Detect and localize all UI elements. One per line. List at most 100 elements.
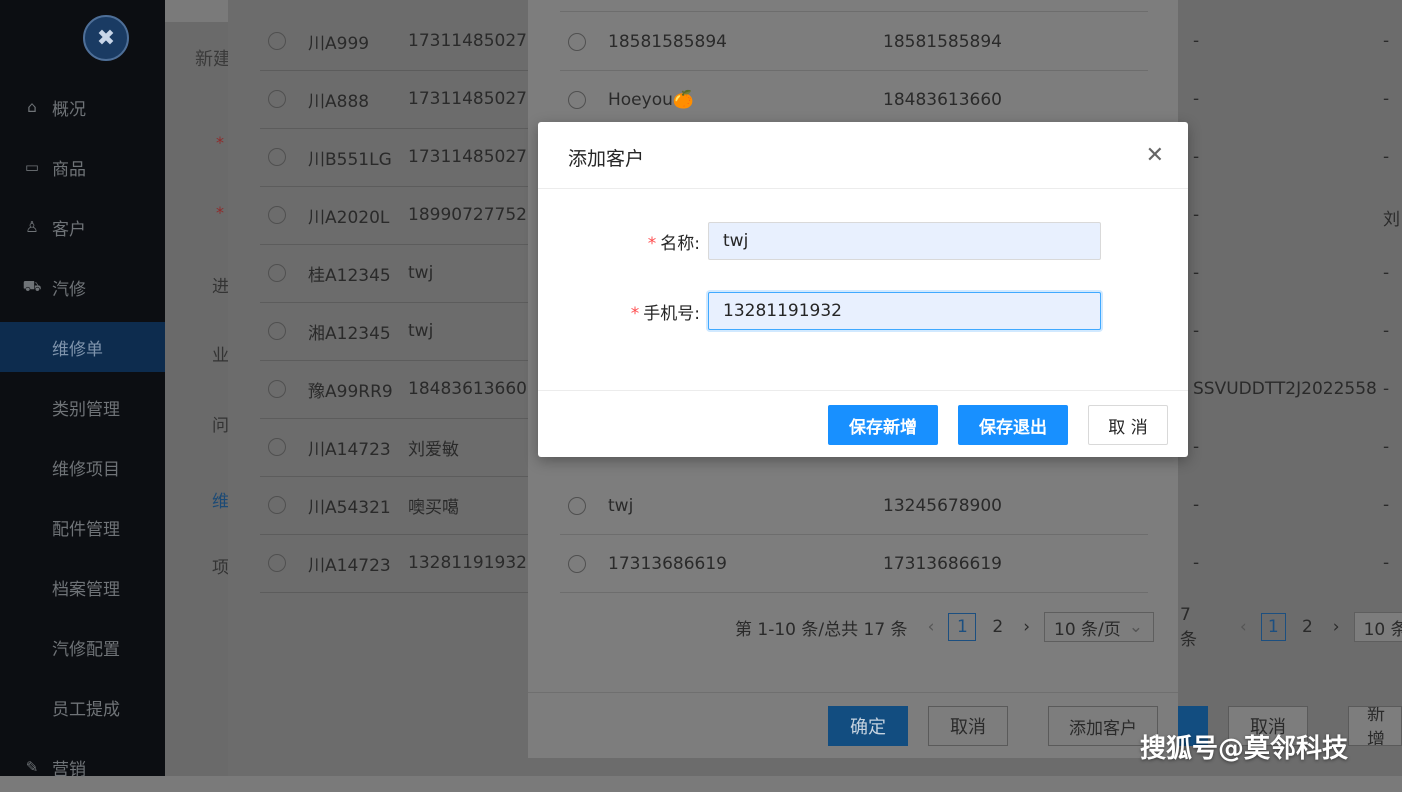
cancel-button[interactable]: 取 消 xyxy=(1088,405,1168,445)
owner-cell: 18483613660 xyxy=(408,379,527,399)
row-radio[interactable] xyxy=(268,496,286,514)
row-radio[interactable] xyxy=(268,32,286,50)
sidebar-item-archives[interactable]: 档案管理 xyxy=(0,562,165,612)
table-row[interactable]: 18581585894 18581585894 xyxy=(560,13,1148,71)
extra-cell: 刘 xyxy=(1383,210,1400,230)
row-radio[interactable] xyxy=(268,380,286,398)
page-size-select[interactable]: 10 条/页 xyxy=(1353,612,1402,642)
phone-form-row: * 手机号: xyxy=(538,291,1188,331)
wrench-icon: ✎ xyxy=(25,758,39,776)
table-row[interactable]: 川A999 17311485027 xyxy=(260,12,530,71)
row-radio[interactable] xyxy=(268,148,286,166)
app-logo: ✖ xyxy=(83,15,129,61)
form-label: 业 xyxy=(212,346,229,366)
table-row[interactable]: 川A14723 刘爱敏 xyxy=(260,418,530,477)
row-radio[interactable] xyxy=(268,438,286,456)
name-input[interactable] xyxy=(708,222,1101,260)
sidebar-item-products[interactable]: ▭ 商品 xyxy=(0,142,165,192)
phone-label: * 手机号: xyxy=(630,303,700,324)
plate-cell: 川A14723 xyxy=(308,439,391,460)
table-row[interactable]: 豫A99RR9 18483613660 xyxy=(260,360,530,419)
extra-cell: - xyxy=(1383,495,1390,515)
modal-footer: 保存新增 保存退出 取 消 xyxy=(538,390,1188,457)
sidebar-item-categories[interactable]: 类别管理 xyxy=(0,382,165,432)
phone-input[interactable] xyxy=(708,292,1101,330)
owner-cell: 噢买噶 xyxy=(408,497,459,518)
customer-pager: 第 1-10 条/总共 17 条 ‹ 1 2 › 10 条/页 ⌄ xyxy=(735,612,1155,642)
table-row[interactable]: 川A54321 噢买噶 xyxy=(260,476,530,535)
prev-page-icon[interactable]: ‹ xyxy=(1240,617,1247,637)
row-radio[interactable] xyxy=(568,496,586,515)
plate-cell: 川A999 xyxy=(308,33,370,54)
table-row[interactable]: 川A14723 13281191932 xyxy=(260,534,530,593)
next-page-icon[interactable]: › xyxy=(1023,617,1030,637)
pager-page[interactable]: 2 xyxy=(1302,617,1313,637)
next-page-icon[interactable]: › xyxy=(1333,617,1340,637)
prev-page-icon[interactable]: ‹ xyxy=(928,617,935,637)
sidebar-item-overview[interactable]: ⌂ 概况 xyxy=(0,82,165,132)
pager-current[interactable]: 1 xyxy=(1260,613,1286,641)
dialog-footer-divider xyxy=(528,692,1178,693)
customer-name-cell: Hoeyou🍊 xyxy=(608,89,695,110)
page-size-select[interactable]: 10 条/页 ⌄ xyxy=(1044,612,1155,642)
sidebar-item-parts[interactable]: 配件管理 xyxy=(0,502,165,552)
vehicle-add-button[interactable]: 新增 xyxy=(1348,706,1402,746)
row-radio[interactable] xyxy=(268,264,286,282)
table-row[interactable]: Hoeyou🍊 18483613660 xyxy=(560,71,1148,129)
extra-cell: - xyxy=(1193,553,1200,573)
wrench-icon: ✖ xyxy=(96,25,116,51)
row-radio[interactable] xyxy=(268,90,286,108)
new-order-title: 新建 xyxy=(195,49,231,70)
row-radio[interactable] xyxy=(268,206,286,224)
sidebar-item-auto-repair[interactable]: ⛟ 汽修 xyxy=(0,262,165,312)
sidebar-item-repair-orders[interactable]: 维修单 xyxy=(0,322,165,372)
customer-phone-cell: 18581585894 xyxy=(883,31,1002,52)
customer-name-cell: 17313686619 xyxy=(608,553,727,574)
plate-cell: 川A54321 xyxy=(308,497,391,518)
row-radio[interactable] xyxy=(268,322,286,340)
row-radio[interactable] xyxy=(568,32,586,51)
customer-cancel-button[interactable]: 取消 xyxy=(928,706,1008,746)
sidebar-item-config[interactable]: 汽修配置 xyxy=(0,622,165,672)
pager-current[interactable]: 1 xyxy=(948,613,977,641)
table-row[interactable]: 桂A12345 twj xyxy=(260,244,530,303)
pager-page[interactable]: 2 xyxy=(992,617,1003,637)
plate-cell: 川B551LG xyxy=(308,149,392,170)
plate-cell: 桂A12345 xyxy=(308,265,391,286)
extra-cell: - xyxy=(1383,379,1390,399)
row-radio[interactable] xyxy=(268,554,286,572)
table-row[interactable]: 17313686619 17313686619 xyxy=(560,535,1148,593)
plate-cell: 川A888 xyxy=(308,91,370,112)
sidebar: ✖ ⌂ 概况 ▭ 商品 ♙ 客户 ⛟ 汽修 维修单 类别管理 维修项目 配件管理… xyxy=(0,0,165,780)
customer-name-cell: 18581585894 xyxy=(608,31,727,52)
extra-cell: - xyxy=(1383,31,1390,51)
name-label: * 名称: xyxy=(647,233,700,254)
sidebar-item-customers[interactable]: ♙ 客户 xyxy=(0,202,165,252)
watermark: 搜狐号@莫邻科技 xyxy=(1140,734,1349,764)
table-row[interactable]: 川A888 17311485027 xyxy=(260,70,530,129)
table-row[interactable]: twj 13245678900 xyxy=(560,477,1148,535)
sidebar-item-repair-items[interactable]: 维修项目 xyxy=(0,442,165,492)
chevron-down-icon: ⌄ xyxy=(1128,617,1144,637)
owner-cell: 18990727752 xyxy=(408,205,527,225)
extra-cell: - xyxy=(1383,553,1390,573)
table-row[interactable]: 湘A12345 twj xyxy=(260,302,530,361)
table-row[interactable]: 川B551LG 17311485027 xyxy=(260,128,530,187)
table-row[interactable]: 川A2020L 18990727752 xyxy=(260,186,530,245)
save-and-new-button[interactable]: 保存新增 xyxy=(828,405,938,445)
row-radio[interactable] xyxy=(568,90,586,109)
row-radio[interactable] xyxy=(568,554,586,573)
extra-cell: - xyxy=(1193,89,1200,109)
sidebar-item-marketing[interactable]: ✎ 营销 xyxy=(0,742,165,792)
close-icon[interactable]: ✕ xyxy=(1146,144,1164,168)
extra-cell: - xyxy=(1383,89,1390,109)
plate-cell: 川A2020L xyxy=(308,207,390,228)
name-form-row: * 名称: xyxy=(538,221,1188,261)
extra-cell: - xyxy=(1383,437,1390,457)
customer-confirm-button[interactable]: 确定 xyxy=(828,706,908,746)
sidebar-item-commission[interactable]: 员工提成 xyxy=(0,682,165,732)
save-and-exit-button[interactable]: 保存退出 xyxy=(958,405,1068,445)
extra-cell: - xyxy=(1383,321,1390,341)
extra-cell: - xyxy=(1193,31,1200,51)
required-mark: * xyxy=(216,133,224,152)
